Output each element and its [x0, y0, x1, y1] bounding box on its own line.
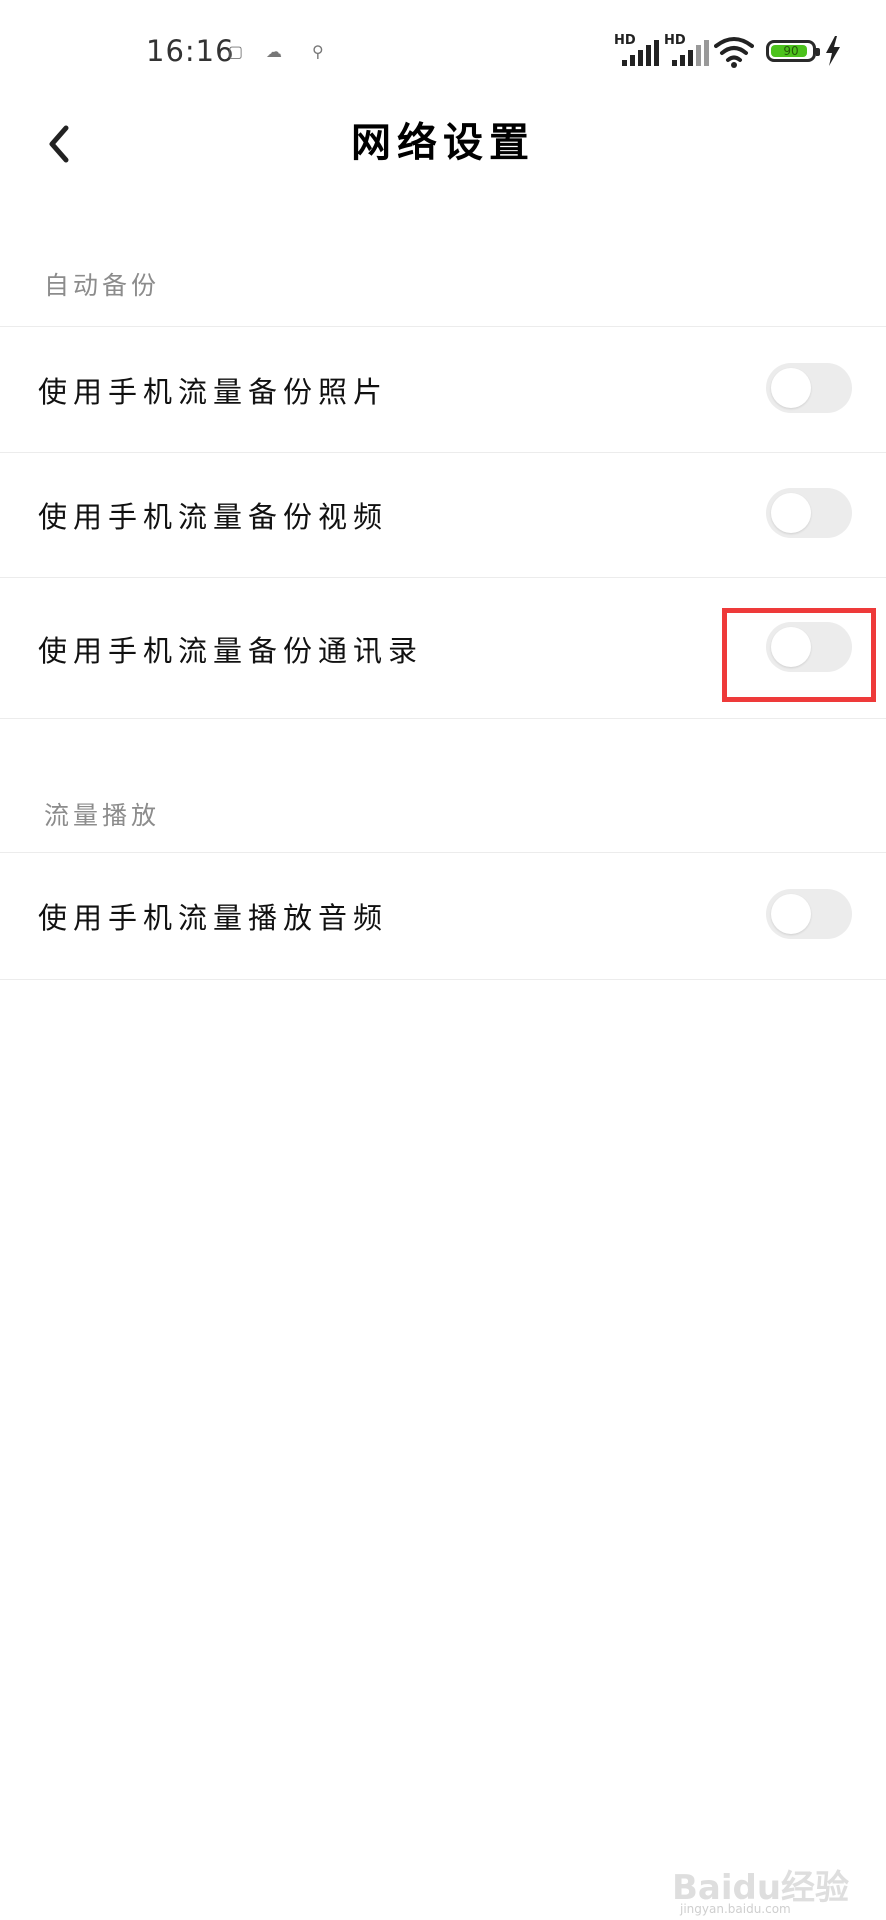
toggle-knob	[771, 894, 811, 934]
status-bar: 16:16 ▢ ☁ ⚲ HD HD 90	[0, 0, 886, 100]
calendar-icon: ▢	[228, 42, 244, 61]
toggle-switch[interactable]	[766, 889, 852, 939]
battery-icon: 90	[766, 40, 820, 62]
watermark-url: jingyan.baidu.com	[680, 1902, 791, 1916]
weather-icon: ☁	[266, 42, 282, 61]
battery-level: 90	[783, 44, 799, 58]
section-title-data-playback: 流量播放	[44, 801, 161, 830]
setting-row-backup-photos[interactable]: 使用手机流量备份照片	[0, 326, 886, 453]
cell-signal-icon-2: HD	[664, 34, 710, 66]
setting-row-play-audio[interactable]: 使用手机流量播放音频	[0, 852, 886, 980]
cell-signal-icon-1: HD	[614, 34, 660, 66]
highlight-box	[722, 608, 876, 702]
wifi-icon	[714, 37, 754, 68]
section-title-auto-backup: 自动备份	[44, 271, 161, 300]
toggle-switch[interactable]	[766, 488, 852, 538]
header: 网络设置	[0, 100, 886, 240]
toggle-knob	[771, 493, 811, 533]
location-icon: ⚲	[312, 42, 324, 61]
charging-bolt-icon	[826, 36, 840, 66]
setting-label: 使用手机流量备份照片	[38, 375, 389, 409]
toggle-knob	[771, 368, 811, 408]
page-title: 网络设置	[351, 120, 535, 166]
setting-label: 使用手机流量备份视频	[38, 500, 389, 534]
setting-row-backup-videos[interactable]: 使用手机流量备份视频	[0, 452, 886, 578]
status-time: 16:16	[146, 34, 235, 68]
setting-label: 使用手机流量备份通讯录	[38, 634, 424, 668]
toggle-switch[interactable]	[766, 363, 852, 413]
setting-label: 使用手机流量播放音频	[38, 901, 389, 935]
